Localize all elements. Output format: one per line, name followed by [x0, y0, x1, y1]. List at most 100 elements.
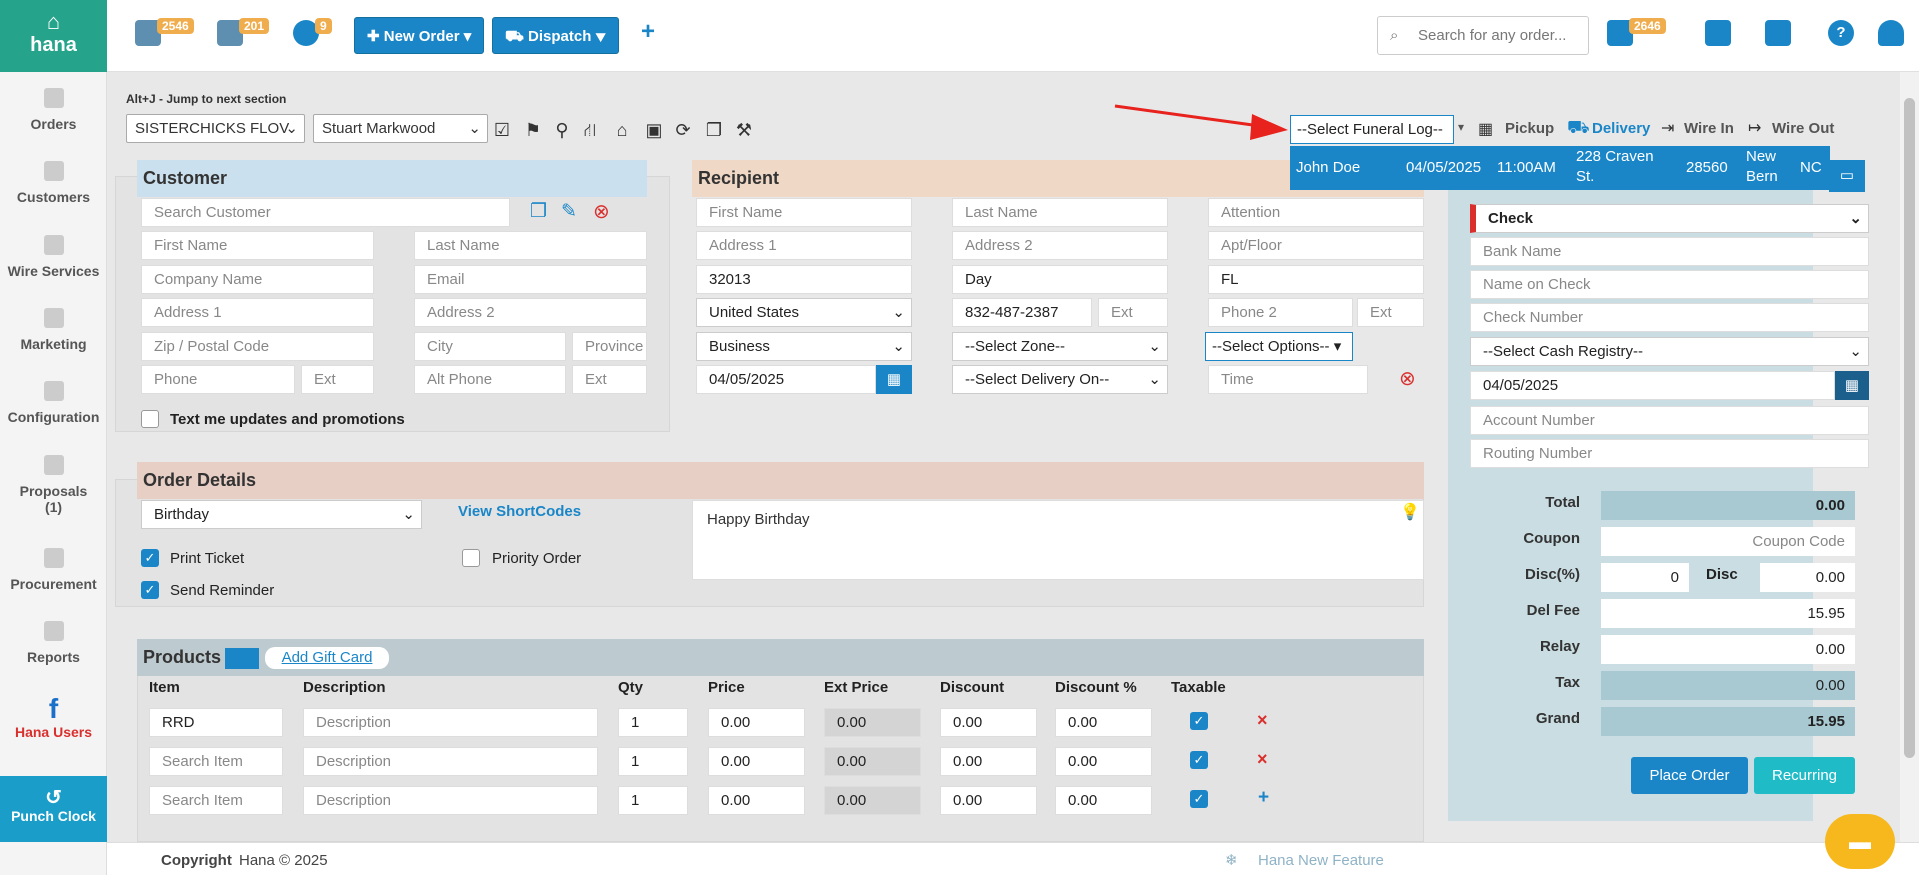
recipient-phone-input[interactable]: 832-487-2387: [952, 298, 1092, 327]
customer-first-name-input[interactable]: First Name: [141, 231, 374, 260]
page-scrollbar[interactable]: [1900, 72, 1919, 842]
new-feature-link[interactable]: Hana New Feature: [1258, 852, 1384, 869]
check-number-input[interactable]: Check Number: [1470, 303, 1869, 332]
clear-customer-icon[interactable]: ⊗: [593, 199, 610, 224]
taxable-checkbox[interactable]: ✓: [1190, 712, 1208, 730]
print-ticket-checkbox[interactable]: ✓: [141, 549, 159, 567]
routing-number-input[interactable]: Routing Number: [1470, 439, 1869, 468]
edit-customer-icon[interactable]: ✎: [561, 200, 577, 223]
recipient-state-input[interactable]: FL: [1208, 265, 1424, 294]
funeral-log-option[interactable]: John Doe 04/05/2025 11:00AM 228 Craven S…: [1290, 146, 1830, 190]
customer-province-input[interactable]: Province: [572, 332, 647, 361]
refresh-icon[interactable]: ⟳: [673, 120, 693, 140]
description-input[interactable]: Description: [303, 747, 598, 776]
scrollbar-thumb[interactable]: [1904, 98, 1915, 758]
view-shortcodes-link[interactable]: View ShortCodes: [458, 503, 581, 520]
payment-method-select[interactable]: Check ⌄: [1470, 204, 1869, 233]
sidebar-item-procurement[interactable]: Procurement: [0, 548, 107, 592]
discount-pct-input[interactable]: 0.00: [1055, 747, 1152, 776]
options-select[interactable]: --Select Options-- ▾: [1205, 332, 1353, 361]
qty-input[interactable]: 1: [618, 708, 688, 737]
credit-card-icon[interactable]: ▭: [1829, 160, 1865, 192]
recipient-zip-input[interactable]: 32013: [696, 265, 912, 294]
company-name-input[interactable]: Company Name: [141, 265, 374, 294]
lightbulb-icon[interactable]: 💡: [1400, 502, 1420, 522]
relay-input[interactable]: 0.00: [1601, 635, 1855, 664]
price-input[interactable]: 0.00: [708, 786, 805, 815]
customer-address1-input[interactable]: Address 1: [141, 298, 374, 327]
item-input[interactable]: Search Item: [149, 786, 283, 815]
discount-input[interactable]: 0.00: [940, 708, 1037, 737]
sms-opt-in-checkbox[interactable]: [141, 410, 159, 428]
delivery-date-input[interactable]: 04/05/2025: [696, 365, 876, 394]
new-order-button[interactable]: ✚ New Order ▾: [354, 17, 485, 54]
discount-input[interactable]: 0.00: [940, 747, 1037, 776]
bank-name-input[interactable]: Bank Name: [1470, 237, 1869, 266]
monitor-icon[interactable]: [1765, 20, 1791, 46]
country-select[interactable]: United States ⌄: [696, 298, 912, 327]
customer-alt-ext-input[interactable]: Ext: [572, 365, 647, 394]
sidebar-item-wire-services[interactable]: Wire Services: [0, 235, 107, 279]
customer-email-input[interactable]: Email: [414, 265, 647, 294]
clear-recipient-icon[interactable]: ⊗: [1399, 366, 1416, 391]
user-icon[interactable]: [1878, 20, 1904, 46]
copy-customer-icon[interactable]: ❐: [530, 200, 547, 223]
recipient-last-name-input[interactable]: Last Name: [952, 198, 1168, 227]
customer-alt-phone-input[interactable]: Alt Phone: [414, 365, 566, 394]
remove-item-icon[interactable]: ×: [1257, 749, 1268, 770]
cash-registry-select[interactable]: --Select Cash Registry-- ⌄: [1470, 337, 1869, 366]
add-item-icon[interactable]: +: [1258, 787, 1269, 809]
coupon-code-input[interactable]: Coupon Code: [1601, 527, 1855, 556]
clone-icon[interactable]: ❐: [704, 120, 724, 140]
add-icon[interactable]: +: [641, 18, 655, 46]
discount-pct-input[interactable]: 0.00: [1055, 708, 1152, 737]
wrench-icon[interactable]: ⚒: [734, 120, 754, 140]
sidebar-item-orders[interactable]: Orders: [0, 88, 107, 132]
delivery-on-select[interactable]: --Select Delivery On-- ⌄: [952, 365, 1168, 394]
send-reminder-checkbox[interactable]: ✓: [141, 581, 159, 599]
customer-last-name-input[interactable]: Last Name: [414, 231, 647, 260]
delivery-option[interactable]: Delivery: [1592, 120, 1650, 137]
add-gift-card-button[interactable]: Add Gift Card: [265, 647, 389, 669]
funeral-dropdown-caret-icon[interactable]: ▾: [1458, 120, 1464, 134]
sidebar-item-customers[interactable]: Customers: [0, 161, 107, 205]
recipient-first-name-input[interactable]: First Name: [696, 198, 912, 227]
disc-input[interactable]: 0.00: [1760, 563, 1855, 592]
tags-icon[interactable]: ⚑: [523, 120, 543, 140]
sidebar-item-configuration[interactable]: Configuration: [0, 381, 107, 425]
qty-input[interactable]: 1: [618, 747, 688, 776]
recipient-phone-ext-input[interactable]: Ext: [1098, 298, 1168, 327]
recurring-button[interactable]: Recurring: [1754, 757, 1855, 794]
order-search-input[interactable]: ⌕ Search for any order...: [1377, 16, 1589, 55]
customer-zip-input[interactable]: Zip / Postal Code: [141, 332, 374, 361]
recipient-phone2-ext-input[interactable]: Ext: [1357, 298, 1424, 327]
payment-date-input[interactable]: 04/05/2025: [1470, 371, 1835, 400]
funeral-log-select[interactable]: --Select Funeral Log--: [1290, 115, 1454, 144]
recipient-address1-input[interactable]: Address 1: [696, 231, 912, 260]
shop-select[interactable]: SISTERCHICKS FLOV ⌄: [126, 114, 305, 143]
chat-widget-icon[interactable]: ▬: [1825, 814, 1895, 869]
sidebar-item-marketing[interactable]: Marketing: [0, 308, 107, 352]
recipient-address2-input[interactable]: Address 2: [952, 231, 1168, 260]
map-pin-icon[interactable]: ⚲: [552, 120, 572, 140]
recipient-city-input[interactable]: Day: [952, 265, 1168, 294]
sidebar-item-hana-users[interactable]: f Hana Users: [0, 694, 107, 741]
occasion-select[interactable]: Birthday ⌄: [141, 500, 422, 529]
zone-select[interactable]: --Select Zone-- ⌄: [952, 332, 1168, 361]
del-fee-input[interactable]: 15.95: [1601, 599, 1855, 628]
discount-input[interactable]: 0.00: [940, 786, 1037, 815]
checklist-icon[interactable]: ☑: [492, 120, 512, 140]
dispatch-button[interactable]: ⛟ Dispatch ▾: [492, 17, 619, 54]
delivery-time-input[interactable]: Time: [1208, 365, 1368, 394]
price-input[interactable]: 0.00: [708, 708, 805, 737]
name-on-check-input[interactable]: Name on Check: [1470, 270, 1869, 299]
save-icon[interactable]: ▣: [644, 120, 664, 140]
disc-pct-input[interactable]: 0: [1601, 563, 1689, 592]
description-input[interactable]: Description: [303, 786, 598, 815]
price-input[interactable]: 0.00: [708, 747, 805, 776]
punch-clock-button[interactable]: ↺ Punch Clock: [0, 776, 107, 842]
priority-order-checkbox[interactable]: [462, 549, 480, 567]
wire-in-option[interactable]: Wire In: [1684, 120, 1734, 137]
help-icon[interactable]: ?: [1828, 20, 1854, 46]
calendar-icon[interactable]: ▦: [1835, 371, 1869, 400]
